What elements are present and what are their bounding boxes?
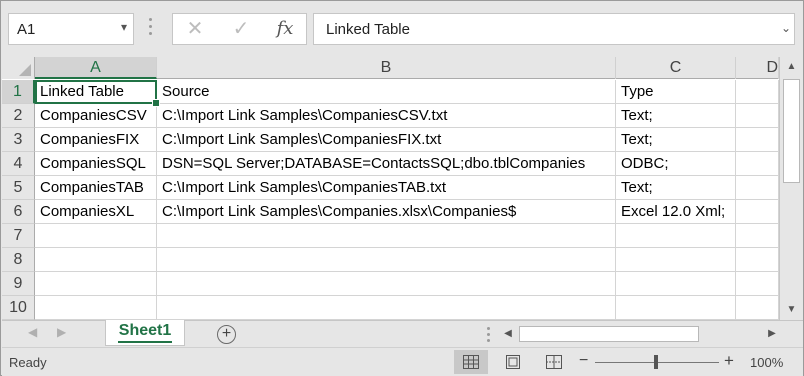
cell-a8[interactable] bbox=[35, 248, 157, 272]
scroll-up-icon[interactable]: ▲ bbox=[780, 57, 803, 77]
cell-c9[interactable] bbox=[616, 272, 736, 296]
cell-b8[interactable] bbox=[157, 248, 616, 272]
previous-sheet-icon[interactable]: ◀ bbox=[28, 325, 37, 339]
scroll-left-icon[interactable]: ◀ bbox=[499, 324, 517, 344]
row-header-3[interactable]: 3 bbox=[2, 128, 35, 152]
row-header-7[interactable]: 7 bbox=[2, 224, 35, 248]
page-layout-icon[interactable] bbox=[496, 350, 530, 374]
cell-d4[interactable] bbox=[736, 152, 779, 176]
cell-c2[interactable]: Text; bbox=[616, 104, 736, 128]
zoom-in-button[interactable]: + bbox=[724, 351, 734, 371]
row-header-2[interactable]: 2 bbox=[2, 104, 35, 128]
cell-c6[interactable]: Excel 12.0 Xml; bbox=[616, 200, 736, 224]
cell-a9[interactable] bbox=[35, 272, 157, 296]
sheet-tab-bar: ◀ ▶ Sheet1 + ◀ ▶ bbox=[2, 320, 803, 347]
grid-view-icon[interactable] bbox=[454, 350, 488, 374]
cell-b7[interactable] bbox=[157, 224, 616, 248]
cell-d3[interactable] bbox=[736, 128, 779, 152]
page-break-icon[interactable] bbox=[537, 350, 571, 374]
formula-bar: A1 ▾ ✕ ✓ fx Linked Table ⌄ bbox=[1, 1, 803, 57]
row-header-6[interactable]: 6 bbox=[2, 200, 35, 224]
row-header-10[interactable]: 10 bbox=[2, 296, 35, 320]
tab-splitter[interactable] bbox=[487, 327, 490, 345]
column-header-a[interactable]: A bbox=[35, 57, 157, 79]
cell-c1[interactable]: Type bbox=[616, 80, 736, 104]
cell-d6[interactable] bbox=[736, 200, 779, 224]
add-sheet-icon[interactable]: + bbox=[217, 325, 236, 344]
formula-input[interactable]: Linked Table ⌄ bbox=[313, 13, 795, 45]
formula-content: Linked Table bbox=[326, 21, 410, 38]
next-sheet-icon[interactable]: ▶ bbox=[57, 325, 66, 339]
cell-c10[interactable] bbox=[616, 296, 736, 320]
cancel-icon[interactable]: ✕ bbox=[183, 18, 207, 40]
cell-b6[interactable]: C:\Import Link Samples\Companies.xlsx\Co… bbox=[157, 200, 616, 224]
cell-a1[interactable]: Linked Table bbox=[35, 80, 160, 107]
cell-a4[interactable]: CompaniesSQL bbox=[35, 152, 157, 176]
zoom-slider-thumb[interactable] bbox=[654, 355, 658, 369]
spreadsheet-grid: A B C D 1 2 3 4 5 6 7 8 9 10 Linked Tabl… bbox=[2, 57, 779, 320]
cell-d10[interactable] bbox=[736, 296, 779, 320]
horizontal-scroll-thumb[interactable] bbox=[519, 326, 699, 342]
zoom-level[interactable]: 100% bbox=[750, 355, 783, 370]
excel-window: A1 ▾ ✕ ✓ fx Linked Table ⌄ A B C D 1 2 3… bbox=[0, 0, 804, 376]
cell-a10[interactable] bbox=[35, 296, 157, 320]
enter-icon[interactable]: ✓ bbox=[229, 18, 253, 40]
column-header-c[interactable]: C bbox=[616, 57, 736, 79]
scroll-right-icon[interactable]: ▶ bbox=[763, 324, 781, 344]
name-box-value: A1 bbox=[17, 21, 36, 38]
row-header-5[interactable]: 5 bbox=[2, 176, 35, 200]
formula-buttons: ✕ ✓ fx bbox=[172, 13, 307, 45]
cell-a2[interactable]: CompaniesCSV bbox=[35, 104, 157, 128]
sheet-tab-sheet1[interactable]: Sheet1 bbox=[105, 320, 185, 346]
cell-b5[interactable]: C:\Import Link Samples\CompaniesTAB.txt bbox=[157, 176, 616, 200]
cell-b2[interactable]: C:\Import Link Samples\CompaniesCSV.txt bbox=[157, 104, 616, 128]
cell-d5[interactable] bbox=[736, 176, 779, 200]
vertical-scrollbar[interactable]: ▲ ▼ bbox=[779, 57, 803, 320]
zoom-out-button[interactable]: − bbox=[579, 352, 588, 370]
cell-b10[interactable] bbox=[157, 296, 616, 320]
cell-b1[interactable]: Source bbox=[157, 80, 616, 104]
cell-a3[interactable]: CompaniesFIX bbox=[35, 128, 157, 152]
select-all-button[interactable] bbox=[2, 57, 35, 79]
cell-d9[interactable] bbox=[736, 272, 779, 296]
horizontal-scrollbar[interactable]: ◀ ▶ bbox=[499, 324, 781, 344]
cell-b3[interactable]: C:\Import Link Samples\CompaniesFIX.txt bbox=[157, 128, 616, 152]
cell-c4[interactable]: ODBC; bbox=[616, 152, 736, 176]
scroll-down-icon[interactable]: ▼ bbox=[780, 300, 803, 320]
row-header-4[interactable]: 4 bbox=[2, 152, 35, 176]
column-header-b[interactable]: B bbox=[157, 57, 616, 79]
cell-a6[interactable]: CompaniesXL bbox=[35, 200, 157, 224]
cell-c8[interactable] bbox=[616, 248, 736, 272]
cell-d1[interactable] bbox=[736, 80, 779, 104]
vertical-scroll-thumb[interactable] bbox=[783, 79, 800, 183]
cell-b9[interactable] bbox=[157, 272, 616, 296]
row-header-8[interactable]: 8 bbox=[2, 248, 35, 272]
cell-d7[interactable] bbox=[736, 224, 779, 248]
cell-c5[interactable]: Text; bbox=[616, 176, 736, 200]
cell-a7[interactable] bbox=[35, 224, 157, 248]
status-bar: Ready − + 100% bbox=[2, 347, 803, 376]
row-header-9[interactable]: 9 bbox=[2, 272, 35, 296]
status-text: Ready bbox=[9, 355, 47, 370]
insert-function-icon[interactable]: fx bbox=[273, 18, 297, 40]
cell-b4[interactable]: DSN=SQL Server;DATABASE=ContactsSQL;dbo.… bbox=[157, 152, 616, 176]
cell-c7[interactable] bbox=[616, 224, 736, 248]
formula-bar-splitter[interactable] bbox=[149, 18, 153, 38]
cell-d2[interactable] bbox=[736, 104, 779, 128]
expand-formula-bar-icon[interactable]: ⌄ bbox=[781, 21, 791, 35]
column-headers: A B C D bbox=[2, 57, 779, 79]
cell-c3[interactable]: Text; bbox=[616, 128, 736, 152]
row-header-1[interactable]: 1 bbox=[2, 80, 35, 104]
name-box[interactable]: A1 ▾ bbox=[8, 13, 134, 45]
cell-a5[interactable]: CompaniesTAB bbox=[35, 176, 157, 200]
cell-d8[interactable] bbox=[736, 248, 779, 272]
chevron-down-icon[interactable]: ▾ bbox=[121, 20, 127, 34]
column-header-d[interactable]: D bbox=[736, 57, 779, 79]
